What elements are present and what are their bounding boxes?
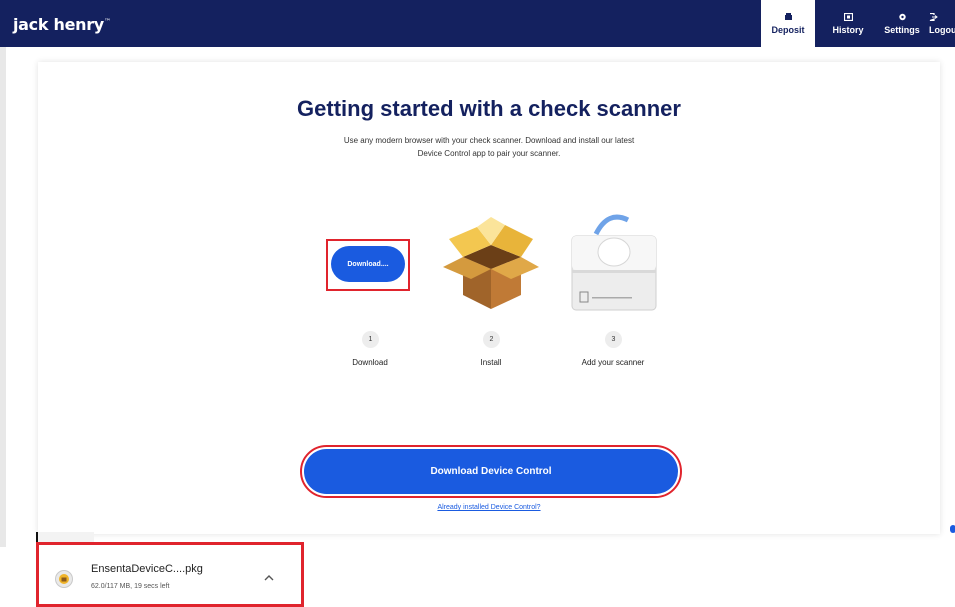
nav-history[interactable]: History <box>821 0 875 47</box>
download-file-name: EnsentaDeviceC....pkg <box>91 563 203 575</box>
nav-logout[interactable]: Logou <box>929 0 955 47</box>
chevron-up-icon[interactable] <box>263 573 275 583</box>
deposit-icon <box>784 12 792 20</box>
step-3-number: 3 <box>605 331 622 348</box>
settings-icon <box>898 13 906 20</box>
already-installed-link[interactable]: Already installed Device Control? <box>38 504 940 511</box>
page-subtitle: Use any modern browser with your check s… <box>268 134 710 160</box>
subtitle-line-1: Use any modern browser with your check s… <box>343 136 635 145</box>
left-scroll-strip <box>0 47 6 547</box>
nav-history-label: History <box>832 24 864 35</box>
logout-icon <box>929 12 938 21</box>
step-2-number: 2 <box>483 331 500 348</box>
jack-henry-logo[interactable]: jack henry™ <box>13 15 111 34</box>
nav-settings-label: Settings <box>884 24 920 35</box>
step-2-label: Install <box>480 358 502 367</box>
trademark-mark: ™ <box>103 17 111 26</box>
step-1-label: Download <box>352 358 388 367</box>
nav-logout-label: Logou <box>929 24 955 35</box>
top-nav-bar: jack henry™ Deposit History Settings Log… <box>0 0 955 47</box>
logo-text: jack henry <box>13 15 104 34</box>
step-3-label: Add your scanner <box>581 358 645 367</box>
getting-started-card: Getting started with a check scanner Use… <box>38 62 940 534</box>
download-item[interactable]: EnsentaDeviceC....pkg 62.0/117 MB, 19 se… <box>36 542 304 607</box>
subtitle-line-2: Device Control app to pair your scanner. <box>417 149 561 158</box>
scrollbar-edge[interactable] <box>950 525 955 533</box>
nav-deposit[interactable]: Deposit <box>761 0 815 47</box>
download-progress-text: 62.0/117 MB, 19 secs left <box>91 583 170 590</box>
page-title: Getting started with a check scanner <box>297 96 681 121</box>
install-box-icon <box>443 217 539 309</box>
step-1-number: 1 <box>362 331 379 348</box>
download-step-button[interactable]: Download.... <box>331 246 405 282</box>
nav-deposit-label: Deposit <box>771 24 805 35</box>
main-nav: Deposit History Settings Logou <box>761 0 955 47</box>
nav-settings[interactable]: Settings <box>875 0 929 47</box>
history-icon <box>843 12 853 21</box>
download-device-control-button[interactable]: Download Device Control <box>304 449 678 494</box>
scanner-device-icon <box>571 214 657 311</box>
package-file-icon <box>55 570 73 588</box>
